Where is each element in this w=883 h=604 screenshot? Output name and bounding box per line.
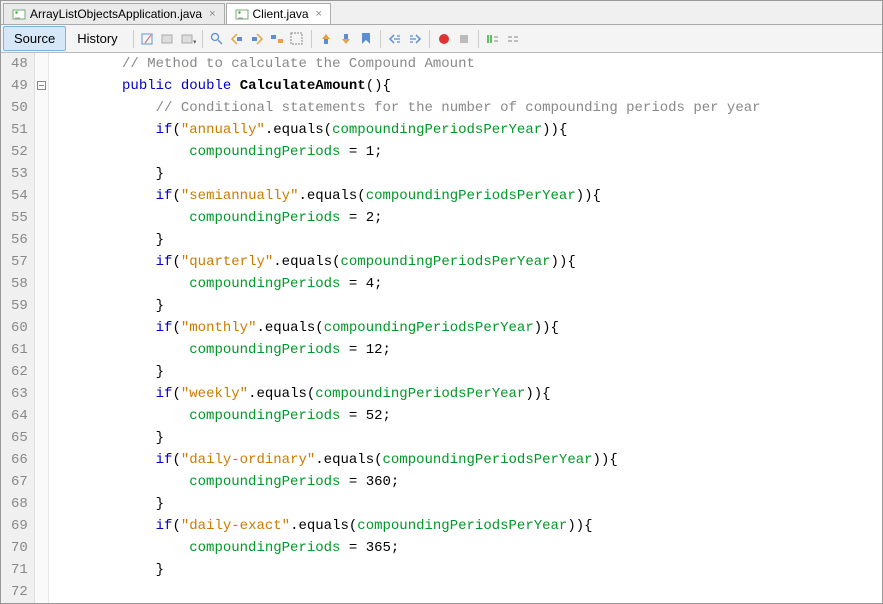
shift-right-icon[interactable] — [406, 30, 424, 48]
tab-label: ArrayListObjectsApplication.java — [30, 7, 202, 21]
fold-column[interactable] — [35, 53, 49, 603]
code-line[interactable]: if("weekly".equals(compoundingPeriodsPer… — [55, 383, 882, 405]
back-icon[interactable] — [159, 30, 177, 48]
line-number: 61 — [11, 339, 28, 361]
code-line[interactable]: if("quarterly".equals(compoundingPeriods… — [55, 251, 882, 273]
code-line[interactable]: } — [55, 493, 882, 515]
code-line[interactable]: } — [55, 361, 882, 383]
editor-tabs: ArrayListObjectsApplication.java × Clien… — [1, 1, 882, 25]
code-line[interactable]: compoundingPeriods = 1; — [55, 141, 882, 163]
line-number: 57 — [11, 251, 28, 273]
code-line[interactable]: } — [55, 427, 882, 449]
java-class-icon — [12, 7, 26, 21]
prev-bookmark-icon[interactable] — [317, 30, 335, 48]
shift-left-icon[interactable] — [386, 30, 404, 48]
tab-client[interactable]: Client.java × — [226, 3, 331, 24]
line-number: 53 — [11, 163, 28, 185]
line-number: 59 — [11, 295, 28, 317]
separator — [478, 30, 479, 48]
line-number: 58 — [11, 273, 28, 295]
line-number: 51 — [11, 119, 28, 141]
separator — [311, 30, 312, 48]
toggle-bookmark-icon[interactable] — [357, 30, 375, 48]
line-number: 71 — [11, 559, 28, 581]
separator — [202, 30, 203, 48]
code-line[interactable]: public double CalculateAmount(){ — [55, 75, 882, 97]
code-line[interactable]: // Conditional statements for the number… — [55, 97, 882, 119]
code-line[interactable]: compoundingPeriods = 4; — [55, 273, 882, 295]
code-line[interactable]: } — [55, 295, 882, 317]
tab-label: Client.java — [253, 7, 309, 21]
svg-text:▾: ▾ — [193, 39, 196, 46]
code-line[interactable]: } — [55, 163, 882, 185]
line-number-gutter: 4849505152535455565758596061626364656667… — [1, 53, 35, 603]
code-line[interactable]: compoundingPeriods = 360; — [55, 471, 882, 493]
fold-toggle-icon[interactable] — [37, 81, 46, 90]
close-icon[interactable]: × — [209, 8, 215, 20]
separator — [380, 30, 381, 48]
toggle-rect-select-icon[interactable] — [288, 30, 306, 48]
forward-icon[interactable]: ▾ — [179, 30, 197, 48]
close-icon[interactable]: × — [316, 8, 322, 20]
comment-icon[interactable] — [484, 30, 502, 48]
line-number: 52 — [11, 141, 28, 163]
code-editor[interactable]: 4849505152535455565758596061626364656667… — [1, 53, 882, 603]
line-number: 70 — [11, 537, 28, 559]
line-number: 67 — [11, 471, 28, 493]
line-number: 60 — [11, 317, 28, 339]
line-number: 54 — [11, 185, 28, 207]
code-line[interactable]: compoundingPeriods = 2; — [55, 207, 882, 229]
line-number: 63 — [11, 383, 28, 405]
code-line[interactable]: } — [55, 559, 882, 581]
java-class-icon — [235, 7, 249, 21]
find-next-icon[interactable] — [248, 30, 266, 48]
line-number: 64 — [11, 405, 28, 427]
code-line[interactable]: if("daily-ordinary".equals(compoundingPe… — [55, 449, 882, 471]
line-number: 48 — [11, 53, 28, 75]
code-line[interactable]: } — [55, 229, 882, 251]
code-line[interactable]: compoundingPeriods = 12; — [55, 339, 882, 361]
line-number: 72 — [11, 581, 28, 603]
line-number: 68 — [11, 493, 28, 515]
find-selection-icon[interactable] — [208, 30, 226, 48]
line-number: 69 — [11, 515, 28, 537]
uncomment-icon[interactable] — [504, 30, 522, 48]
code-line[interactable] — [55, 581, 882, 603]
line-number: 62 — [11, 361, 28, 383]
toggle-highlight-icon[interactable] — [268, 30, 286, 48]
code-area[interactable]: // Method to calculate the Compound Amou… — [49, 53, 882, 603]
separator — [133, 30, 134, 48]
stop-macro-icon[interactable] — [455, 30, 473, 48]
line-number: 49 — [11, 75, 28, 97]
code-line[interactable]: if("daily-exact".equals(compoundingPerio… — [55, 515, 882, 537]
line-number: 55 — [11, 207, 28, 229]
line-number: 50 — [11, 97, 28, 119]
separator — [429, 30, 430, 48]
code-line[interactable]: // Method to calculate the Compound Amou… — [55, 53, 882, 75]
source-view-button[interactable]: Source — [3, 26, 66, 51]
start-macro-icon[interactable] — [435, 30, 453, 48]
code-line[interactable]: if("monthly".equals(compoundingPeriodsPe… — [55, 317, 882, 339]
tab-arraylist[interactable]: ArrayListObjectsApplication.java × — [3, 3, 225, 24]
last-edit-icon[interactable] — [139, 30, 157, 48]
code-line[interactable]: compoundingPeriods = 52; — [55, 405, 882, 427]
editor-toolbar: Source History ▾ — [1, 25, 882, 53]
find-prev-icon[interactable] — [228, 30, 246, 48]
next-bookmark-icon[interactable] — [337, 30, 355, 48]
history-view-button[interactable]: History — [66, 26, 128, 51]
code-line[interactable]: if("annually".equals(compoundingPeriodsP… — [55, 119, 882, 141]
line-number: 66 — [11, 449, 28, 471]
line-number: 65 — [11, 427, 28, 449]
code-line[interactable]: if("semiannually".equals(compoundingPeri… — [55, 185, 882, 207]
code-line[interactable]: compoundingPeriods = 365; — [55, 537, 882, 559]
line-number: 56 — [11, 229, 28, 251]
